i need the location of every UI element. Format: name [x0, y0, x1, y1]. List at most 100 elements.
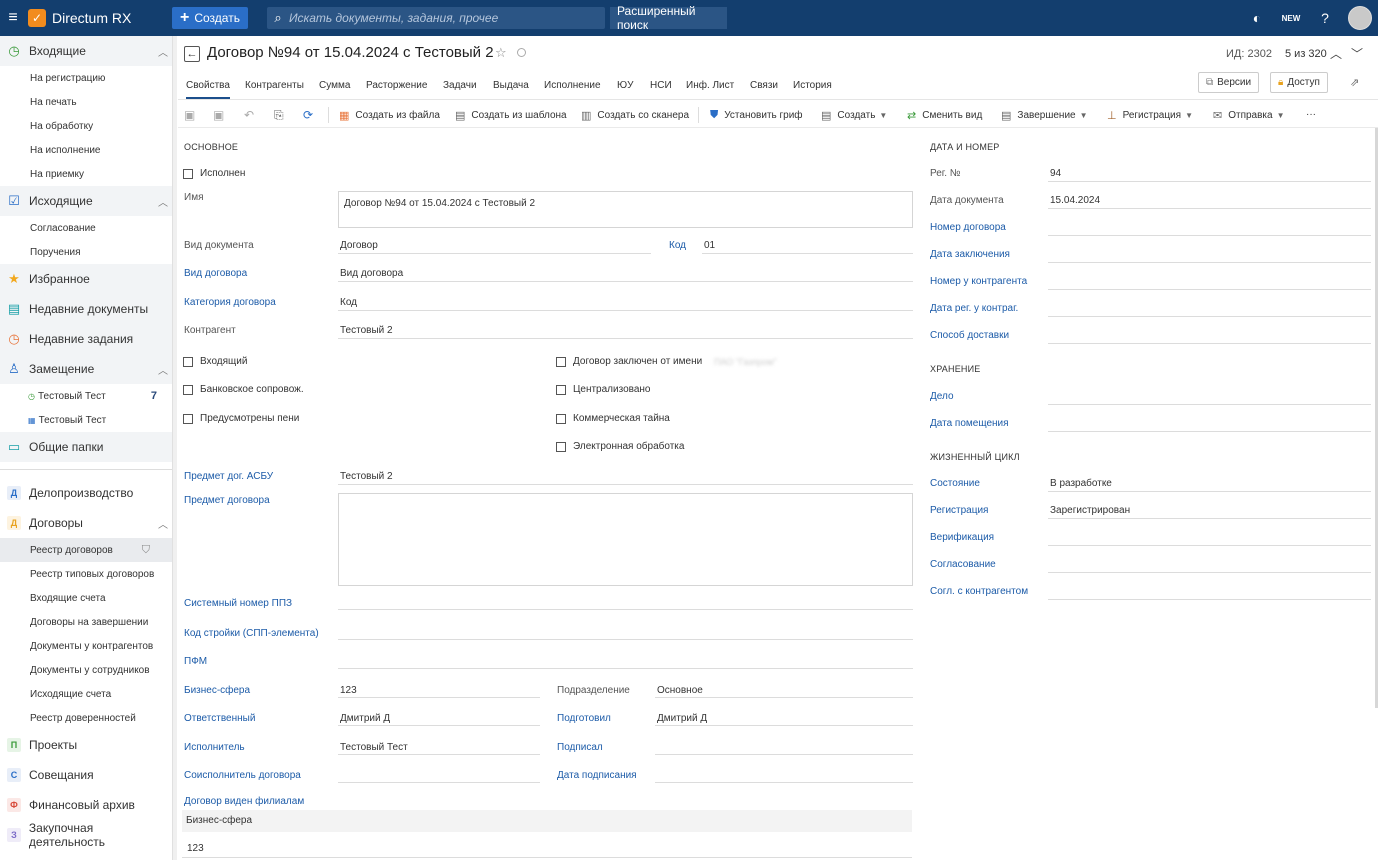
avatar[interactable] [1348, 6, 1372, 30]
create-from-scanner-button[interactable]: ▥ Создать со сканера [581, 109, 689, 122]
completion-dropdown-button[interactable]: ▤ Завершение ▼ [1001, 109, 1088, 122]
doc-date-value[interactable]: 15.04.2024 [1050, 195, 1100, 206]
sidebar-group-records[interactable]: Д Делопроизводство [0, 478, 172, 508]
tab-termination[interactable]: Расторжение [366, 80, 427, 97]
sidebar-group-recent-docs[interactable]: ▤ Недавние документы [0, 294, 172, 324]
sidebar-item[interactable]: На приемку [0, 162, 172, 186]
tab-properties[interactable]: Свойства [186, 80, 230, 99]
subject-field[interactable] [338, 493, 913, 586]
sidebar-item[interactable]: Входящие счета [0, 586, 172, 610]
executor-value[interactable]: Тестовый Тест [340, 742, 408, 753]
save-close-icon[interactable]: ▣ [213, 108, 224, 122]
create-from-template-button[interactable]: ▤ Создать из шаблона [455, 109, 567, 122]
tab-counterparties[interactable]: Контрагенты [245, 80, 304, 97]
business-sphere-value[interactable]: 123 [340, 685, 357, 696]
subject-asbu-value[interactable]: Тестовый 2 [340, 471, 393, 482]
executed-checkbox[interactable] [183, 169, 193, 179]
sidebar-group-procurement[interactable]: З Закупочная деятельность [0, 820, 172, 850]
sidebar-group-contracts[interactable]: Д Договоры ︿ [0, 508, 172, 538]
sidebar-group-shared-folders[interactable]: ▭ Общие папки [0, 432, 172, 462]
sidebar-item[interactable]: На обработку [0, 114, 172, 138]
sidebar-group-incoming[interactable]: ◷ Входящие ︿ [0, 36, 172, 66]
division-value[interactable]: Основное [657, 685, 703, 696]
responsible-value[interactable]: Дмитрий Д [340, 713, 390, 724]
tab-legal[interactable]: ЮУ [617, 80, 633, 97]
tab-history[interactable]: История [793, 80, 832, 97]
sidebar-item[interactable]: Согласование [0, 216, 172, 240]
more-button[interactable]: ··· [1306, 109, 1316, 120]
bookmark-icon[interactable]: ⛉ [142, 544, 150, 557]
name-field[interactable]: Договор №94 от 15.04.2024 с Тестовый 2 [338, 191, 913, 228]
help-icon[interactable]: ? [1308, 10, 1342, 26]
sidebar-item[interactable]: ◷ Тестовый Тест 7 [0, 384, 172, 408]
set-stamp-button[interactable]: ⛊ Установить гриф [710, 109, 803, 122]
advanced-search-button[interactable]: Расширенный поиск [608, 4, 727, 32]
tab-execution[interactable]: Исполнение [544, 80, 601, 97]
prepared-value[interactable]: Дмитрий Д [657, 713, 707, 724]
contract-category-value[interactable]: Код [340, 297, 357, 308]
sidebar-scrollbar[interactable] [173, 36, 177, 860]
sidebar-group-outgoing[interactable]: ☑ Исходящие ︿ [0, 186, 172, 216]
globe-icon[interactable]: ◐ [1240, 10, 1274, 26]
chevron-up-icon[interactable]: ︿ [158, 516, 168, 531]
grid-header[interactable]: Бизнес-сфера [182, 810, 912, 832]
versions-button[interactable]: ⧉ Версии [1198, 72, 1260, 93]
trade-secret-checkbox[interactable] [556, 414, 566, 424]
chevron-up-icon[interactable]: ︿ [1330, 45, 1342, 62]
sidebar-item[interactable]: На регистрацию [0, 66, 172, 90]
counterparty-value[interactable]: Тестовый 2 [340, 325, 393, 336]
sidebar-group-favorites[interactable]: ★ Избранное [0, 264, 172, 294]
search-input[interactable]: ⌕ Искать документы, задания, прочее [266, 7, 605, 29]
chevron-up-icon[interactable]: ︿ [158, 194, 168, 209]
sidebar-item[interactable]: ▦ Тестовый Тест [0, 408, 172, 432]
sidebar-group-meetings[interactable]: С Совещания [0, 760, 172, 790]
sidebar-group-substitution[interactable]: ♙ Замещение ︿ [0, 354, 172, 384]
sidebar-group-recent-tasks[interactable]: ◷ Недавние задания [0, 324, 172, 354]
chevron-down-icon[interactable]: ﹀ [1351, 45, 1363, 62]
sidebar-item[interactable]: Реестр типовых договоров [0, 562, 172, 586]
sidebar-item[interactable]: Реестр доверенностей [0, 706, 172, 730]
grid-cell[interactable]: 123 [187, 843, 204, 854]
state-value[interactable]: В разработке [1050, 478, 1112, 489]
create-button[interactable]: + Создать [172, 7, 248, 29]
create-from-file-button[interactable]: ▦ Создать из файла [339, 109, 440, 122]
registration-dropdown-button[interactable]: ⊥ Регистрация ▼ [1107, 109, 1193, 122]
incoming-checkbox[interactable] [183, 357, 193, 367]
sidebar-item[interactable]: Поручения [0, 240, 172, 264]
tab-nsi[interactable]: НСИ [650, 80, 672, 97]
tab-links[interactable]: Связи [750, 80, 778, 97]
sidebar-item[interactable]: На исполнение [0, 138, 172, 162]
centralized-checkbox[interactable] [556, 385, 566, 395]
news-icon[interactable]: NEW [1274, 14, 1308, 23]
copy-icon[interactable]: ⎘ [274, 108, 284, 123]
back-button[interactable]: ← [184, 46, 200, 62]
doc-kind-value[interactable]: Договор [340, 240, 378, 251]
undo-icon[interactable]: ↶ [244, 108, 254, 122]
reg-no-value[interactable]: 94 [1050, 168, 1061, 179]
create-dropdown-button[interactable]: ▤ Создать ▼ [821, 109, 887, 122]
contract-kind-value[interactable]: Вид договора [340, 268, 403, 279]
sidebar-item[interactable]: На печать [0, 90, 172, 114]
concluded-on-behalf-checkbox[interactable] [556, 357, 566, 367]
chevron-up-icon[interactable]: ︿ [158, 362, 168, 377]
penalties-checkbox[interactable] [183, 414, 193, 424]
tab-tasks[interactable]: Задачи [443, 80, 477, 97]
sidebar-item[interactable]: Документы у сотрудников [0, 658, 172, 682]
access-button[interactable]: 🔒︎ Доступ [1270, 72, 1328, 93]
sidebar-group-financial-archive[interactable]: Ф Финансовый архив [0, 790, 172, 820]
refresh-icon[interactable]: ⟳ [303, 108, 313, 122]
chevron-up-icon[interactable]: ︿ [158, 44, 168, 59]
star-icon[interactable]: ☆ [495, 45, 507, 61]
electronic-checkbox[interactable] [556, 442, 566, 452]
sidebar-item[interactable]: Документы у контрагентов [0, 634, 172, 658]
sidebar-item[interactable]: Исходящие счета [0, 682, 172, 706]
sidebar-item-contract-registry[interactable]: Реестр договоров ⛉ [0, 538, 172, 562]
code-value[interactable]: 01 [704, 240, 715, 251]
change-view-button[interactable]: ⇄ Сменить вид [907, 109, 982, 122]
save-icon[interactable]: ▣ [184, 108, 195, 122]
sidebar-item[interactable]: Договоры на завершении [0, 610, 172, 634]
external-link-icon[interactable]: ⇗ [1350, 76, 1359, 89]
tab-amount[interactable]: Сумма [319, 80, 350, 97]
tab-info-sheet[interactable]: Инф. Лист [686, 80, 734, 97]
menu-icon[interactable]: ≡ [0, 0, 26, 36]
